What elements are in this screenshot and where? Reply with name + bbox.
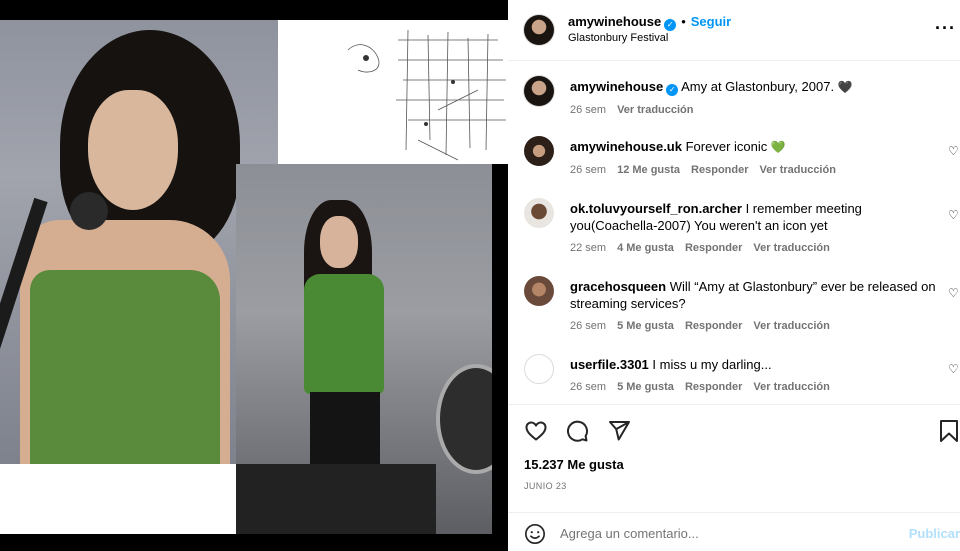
collage-image — [0, 20, 508, 534]
like-comment-heart-icon[interactable]: ♡ — [948, 362, 960, 376]
comment-body: amywinehouse.uk Forever iconic 💚 26 sem 1… — [570, 138, 940, 179]
like-heart-icon[interactable] — [524, 419, 548, 448]
black-heart-icon: 🖤 — [837, 80, 853, 94]
caption-username[interactable]: amywinehouse — [570, 79, 663, 94]
comment-input[interactable] — [560, 526, 890, 541]
comment-text: Forever iconic — [685, 139, 768, 154]
media-edge — [492, 164, 508, 534]
commenter-avatar[interactable] — [524, 198, 554, 228]
reply-button[interactable]: Responder — [691, 164, 748, 176]
author-avatar[interactable] — [524, 15, 554, 45]
caption-time[interactable]: 26 sem — [570, 104, 606, 116]
green-heart-icon: 💚 — [770, 140, 786, 154]
post-panel: amywinehouse ✓ • Seguir Glastonbury Festiva… — [508, 0, 960, 551]
save-bookmark-icon[interactable] — [938, 419, 960, 448]
reply-button[interactable]: Responder — [685, 242, 742, 254]
comment-bubble-icon[interactable] — [565, 419, 589, 448]
location-link[interactable]: Glastonbury Festival — [568, 32, 668, 44]
action-icons — [524, 419, 644, 443]
like-comment-heart-icon[interactable]: ♡ — [948, 208, 960, 222]
comment-body: gracehosqueen Will “Amy at Glastonbury” … — [570, 278, 940, 335]
caption-body: amywinehouse ✓ Amy at Glastonbury, 2007. … — [570, 78, 940, 119]
comment-likes[interactable]: 12 Me gusta — [617, 164, 680, 176]
comment-likes[interactable]: 5 Me gusta — [617, 381, 674, 393]
post-actions: 15.237 Me gusta JUNIO 23 — [508, 404, 960, 504]
header-title: amywinehouse ✓ • Seguir — [568, 13, 731, 31]
comment-time[interactable]: 26 sem — [570, 164, 606, 176]
caption-avatar[interactable] — [524, 76, 554, 106]
translate-link[interactable]: Ver traducción — [753, 381, 829, 393]
commenter-username[interactable]: ok.toluvyourself_ron.archer — [570, 201, 742, 216]
photo-singer-stage — [236, 164, 492, 534]
comment-text: I miss u my darling... — [652, 357, 772, 372]
post-modal: amywinehouse ✓ • Seguir Glastonbury Festiva… — [0, 0, 960, 551]
map-sketch-image — [278, 20, 508, 164]
comment-body: ok.toluvyourself_ron.archer I remember m… — [570, 200, 940, 257]
comment-meta: 26 sem 5 Me gusta Responder Ver traducción — [570, 318, 940, 335]
post-header: amywinehouse ✓ • Seguir Glastonbury Festiva… — [508, 0, 960, 61]
commenter-username[interactable]: gracehosqueen — [570, 279, 666, 294]
publish-button[interactable]: Publicar — [909, 526, 960, 541]
more-options-icon[interactable]: ··· — [935, 18, 956, 39]
translate-link[interactable]: Ver traducción — [753, 320, 829, 332]
translate-link[interactable]: Ver traducción — [753, 242, 829, 254]
comment-likes[interactable]: 5 Me gusta — [617, 320, 674, 332]
author-username[interactable]: amywinehouse — [568, 14, 661, 29]
post-date[interactable]: JUNIO 23 — [524, 481, 567, 491]
comment-composer: Publicar — [508, 512, 960, 551]
comment-time[interactable]: 22 sem — [570, 242, 606, 254]
commenter-username[interactable]: amywinehouse.uk — [570, 139, 682, 154]
comment-time[interactable]: 26 sem — [570, 320, 606, 332]
comment-meta: 26 sem 5 Me gusta Responder Ver traducción — [570, 379, 940, 396]
follow-button[interactable]: Seguir — [691, 14, 731, 29]
comment-time[interactable]: 26 sem — [570, 381, 606, 393]
translate-link[interactable]: Ver traducción — [760, 164, 836, 176]
comment-likes[interactable]: 4 Me gusta — [617, 242, 674, 254]
verified-badge-icon: ✓ — [666, 84, 679, 96]
translate-link[interactable]: Ver traducción — [617, 104, 693, 116]
commenter-avatar[interactable] — [524, 276, 554, 306]
comment-meta: 22 sem 4 Me gusta Responder Ver traducción — [570, 240, 940, 257]
commenter-username[interactable]: userfile.3301 — [570, 357, 649, 372]
reply-button[interactable]: Responder — [685, 381, 742, 393]
post-media[interactable] — [0, 0, 508, 551]
emoji-smiley-icon[interactable] — [524, 523, 546, 545]
caption-text: Amy at Glastonbury, 2007. — [681, 79, 835, 94]
like-comment-heart-icon[interactable]: ♡ — [948, 144, 960, 158]
separator-dot: • — [681, 14, 686, 29]
comment-body: userfile.3301 I miss u my darling... 26 … — [570, 356, 940, 396]
like-comment-heart-icon[interactable]: ♡ — [948, 286, 960, 300]
share-paper-plane-icon[interactable] — [607, 419, 631, 448]
caption-meta: 26 sem Ver traducción — [570, 102, 940, 119]
verified-badge-icon: ✓ — [664, 19, 677, 31]
like-count[interactable]: 15.237 Me gusta — [524, 457, 624, 472]
commenter-avatar[interactable] — [524, 136, 554, 166]
comment-meta: 26 sem 12 Me gusta Responder Ver traducción — [570, 162, 940, 179]
collage-whitespace — [0, 464, 236, 534]
reply-button[interactable]: Responder — [685, 320, 742, 332]
commenter-avatar[interactable] — [524, 354, 554, 384]
